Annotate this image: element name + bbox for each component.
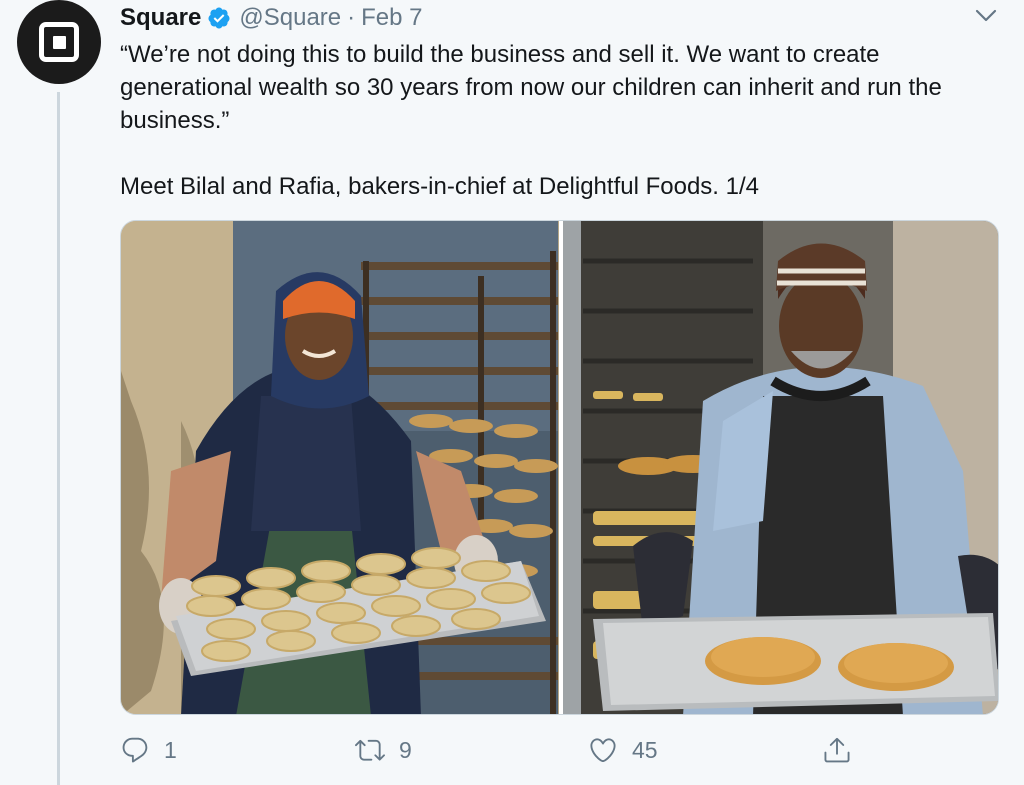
photo-bakers-rafia[interactable] — [121, 221, 559, 714]
share-icon — [824, 737, 850, 763]
tweet-date[interactable]: Feb 7 — [361, 4, 422, 32]
author-handle[interactable]: @Square — [239, 4, 341, 32]
avatar[interactable] — [17, 0, 101, 84]
author-name[interactable]: Square — [120, 4, 201, 32]
retweet-count: 9 — [399, 736, 412, 763]
retweet-icon — [355, 739, 385, 761]
photo-bakers-bilal[interactable] — [563, 221, 998, 714]
like-button[interactable]: 45 — [588, 732, 658, 768]
tweet-header: Square @Square · Feb 7 — [120, 2, 423, 34]
tweet-actions: 1 9 45 — [0, 732, 1024, 768]
tweet-media[interactable] — [120, 220, 999, 715]
share-button[interactable] — [822, 732, 852, 768]
tweet-text: “We’re not doing this to build the busin… — [120, 41, 942, 200]
tweet[interactable]: Square @Square · Feb 7 “We’re not doing … — [0, 0, 1024, 785]
reply-button[interactable]: 1 — [120, 732, 177, 768]
separator-dot: · — [347, 4, 356, 31]
reply-icon — [122, 737, 148, 763]
thread-line — [57, 92, 60, 785]
like-icon — [590, 738, 616, 763]
retweet-button[interactable]: 9 — [355, 732, 412, 768]
caret-down-icon[interactable] — [972, 4, 1000, 28]
verified-icon — [208, 7, 230, 29]
reply-count: 1 — [164, 736, 177, 763]
square-logo-icon — [39, 22, 79, 62]
like-count: 45 — [632, 736, 658, 763]
